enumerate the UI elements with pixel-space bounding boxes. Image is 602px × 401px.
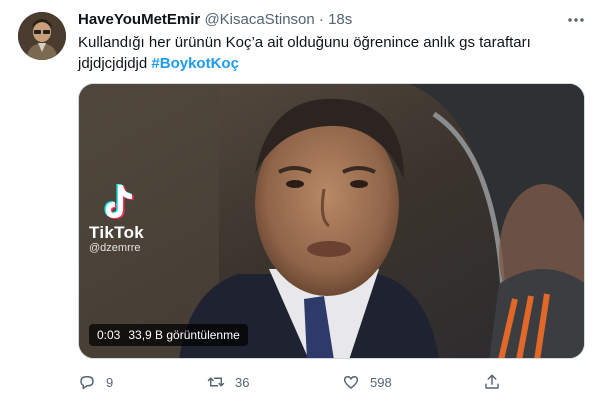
like-icon	[343, 376, 359, 389]
tiktok-brand: TikTok	[89, 223, 145, 242]
video-player[interactable]: TikTok @dzemrre 0:03 33,9 B görüntülenme	[78, 83, 585, 359]
tweet[interactable]: HaveYouMetEmir @KisacaStinson · 18s Kull…	[0, 0, 602, 401]
share-button[interactable]	[483, 370, 501, 394]
retweet-icon	[207, 377, 225, 387]
author-handle[interactable]: @KisacaStinson	[204, 11, 314, 28]
tweet-actions: 9 36 598	[78, 370, 518, 394]
video-duration: 0:03	[97, 328, 121, 342]
share-icon	[485, 374, 499, 389]
like-button[interactable]: 598	[342, 370, 392, 394]
video-frame	[79, 84, 584, 358]
tweet-body: Kullandığı her ürünün Koç’a ait olduğunu…	[78, 34, 531, 72]
retweet-button[interactable]: 36	[207, 370, 249, 394]
more-icon[interactable]	[566, 10, 586, 30]
hashtag-link[interactable]: #BoykotKoç	[151, 55, 239, 72]
tweet-text: Kullandığı her ürünün Koç’a ait olduğunu…	[78, 32, 588, 74]
tiktok-icon	[99, 182, 135, 222]
reply-button[interactable]: 9	[78, 370, 113, 394]
tweet-header: HaveYouMetEmir @KisacaStinson · 18s	[78, 10, 586, 30]
retweet-count: 36	[235, 374, 250, 390]
reply-icon	[80, 376, 94, 390]
avatar-image	[18, 12, 66, 60]
tweet-time[interactable]: 18s	[328, 11, 352, 28]
like-count: 598	[370, 374, 392, 390]
reply-count: 9	[106, 374, 114, 390]
video-views: 33,9 B görüntülenme	[128, 328, 240, 342]
tiktok-watermark: TikTok @dzemrre	[89, 182, 144, 255]
video-info-badge: 0:03 33,9 B görüntülenme	[89, 324, 248, 346]
tiktok-username: @dzemrre	[89, 242, 141, 254]
author-name[interactable]: HaveYouMetEmir	[78, 11, 200, 28]
avatar[interactable]	[18, 12, 66, 60]
separator-dot: ·	[318, 11, 324, 28]
